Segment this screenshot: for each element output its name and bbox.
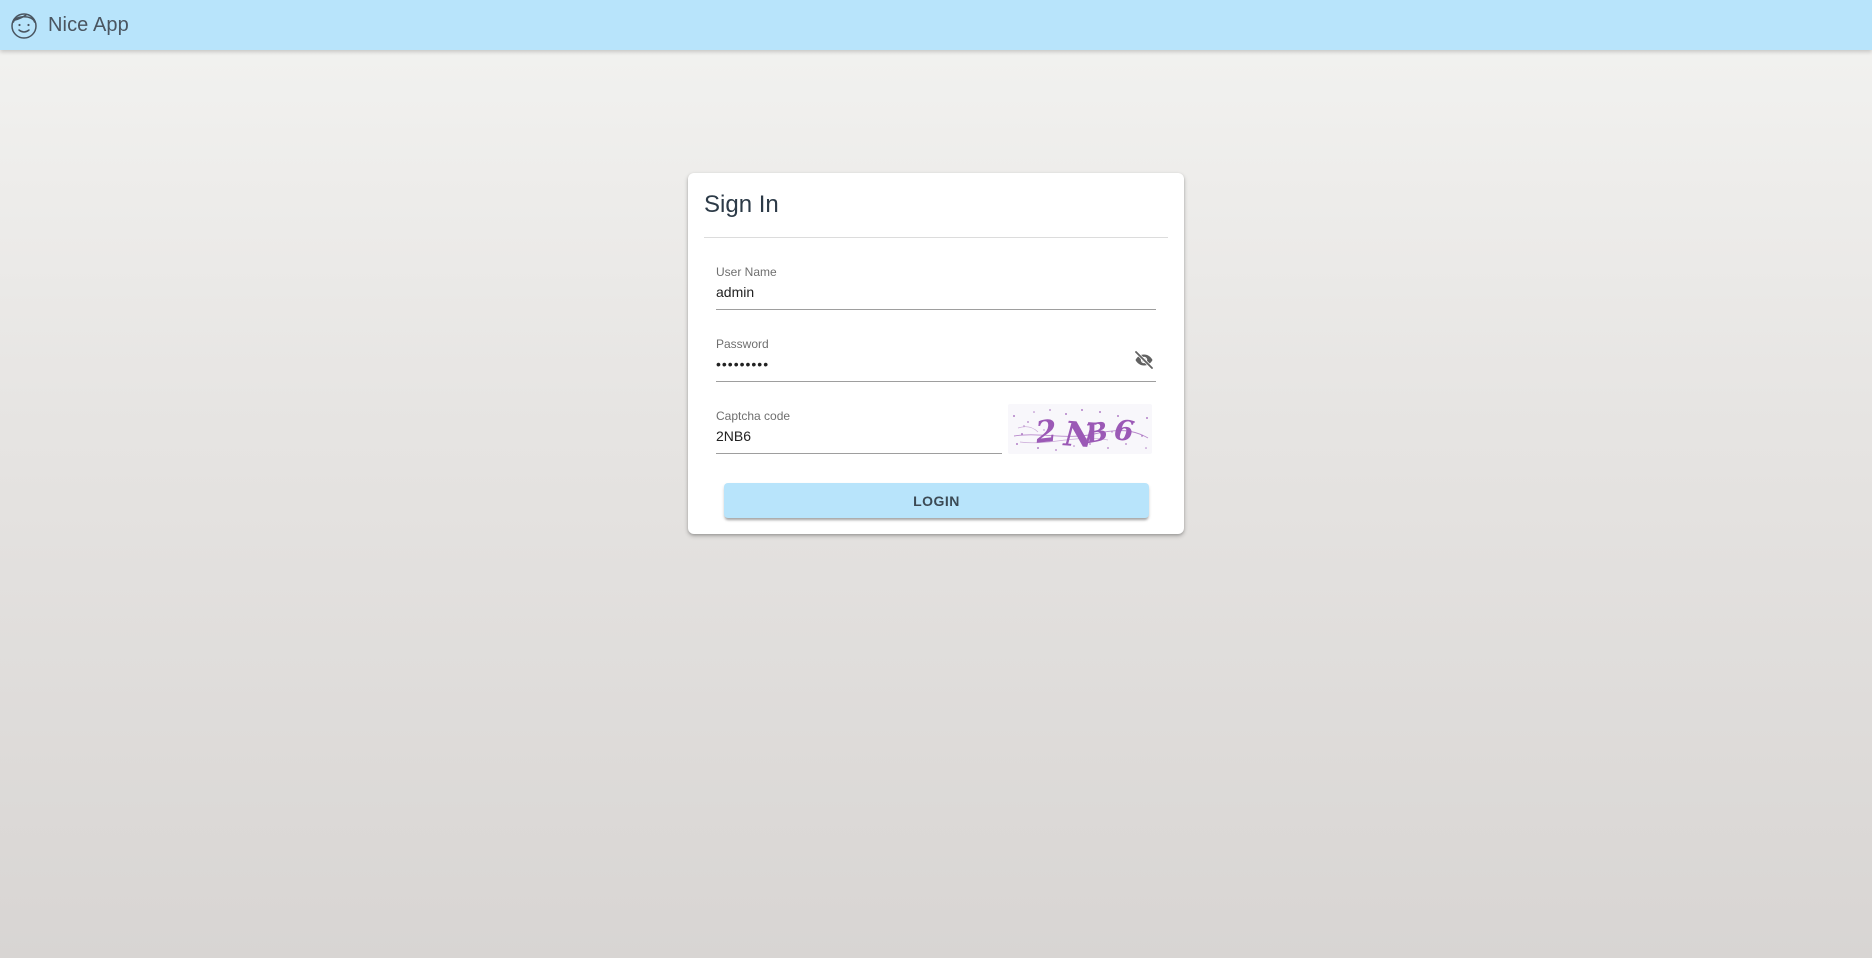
title-divider	[704, 237, 1168, 238]
captcha-field: Captcha code	[716, 409, 1002, 454]
sign-in-card: Sign In User Name Password Captcha code	[688, 173, 1184, 534]
captcha-label: Captcha code	[716, 409, 791, 423]
username-label: User Name	[716, 265, 777, 279]
eye-off-icon[interactable]	[1132, 348, 1156, 372]
username-input[interactable]	[716, 282, 1156, 302]
captcha-image[interactable]: 2 N B 6	[1008, 404, 1152, 454]
captcha-input[interactable]	[716, 426, 1002, 446]
username-field: User Name	[716, 265, 1156, 310]
sign-in-title: Sign In	[704, 191, 779, 218]
smiling-face-icon[interactable]	[8, 9, 40, 41]
app-title: Nice App	[48, 13, 129, 36]
top-app-bar: Nice App	[0, 0, 1872, 50]
password-field: Password	[716, 337, 1156, 382]
captcha-char: 6	[1112, 413, 1135, 448]
captcha-char: 2	[1033, 414, 1058, 451]
password-label: Password	[716, 337, 769, 351]
password-input[interactable]	[716, 354, 1116, 374]
login-button[interactable]: LOGIN	[724, 483, 1149, 518]
